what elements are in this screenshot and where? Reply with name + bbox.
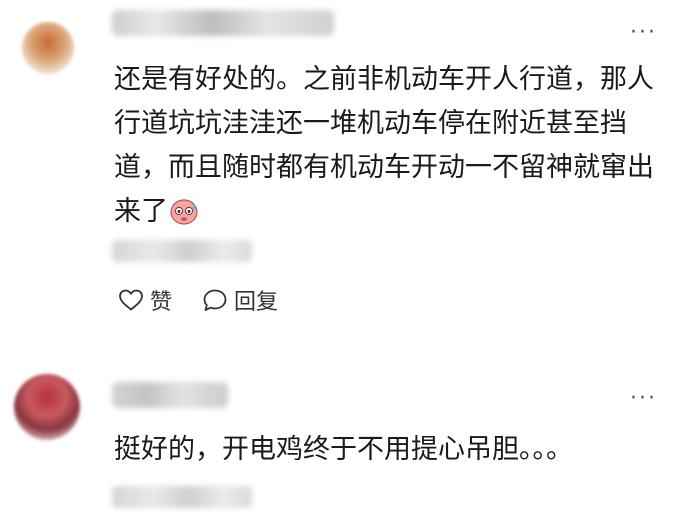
comment-text: 还是有好处的。之前非机动车开人行道，那人行道坑坑洼洼还一堆机动车停在附近甚至挡道…	[114, 64, 654, 227]
comment-item: ··· 还是有好处的。之前非机动车开人行道，那人行道坑坑洼洼还一堆机动车停在附近…	[0, 0, 693, 340]
reply-button[interactable]: 回复	[202, 284, 278, 316]
more-icon: ···	[630, 386, 657, 411]
speech-bubble-icon	[203, 289, 227, 311]
more-options-button[interactable]: ···	[630, 22, 657, 44]
sweating-face-emoji-icon	[170, 199, 198, 225]
heart-icon	[119, 289, 143, 311]
comment-timestamp	[112, 486, 252, 508]
avatar[interactable]	[22, 22, 74, 74]
comment-actions: 赞 回复	[118, 284, 278, 316]
comment-item: ··· 挺好的，开电鸡终于不用提心吊胆。。。	[0, 360, 693, 529]
more-icon: ···	[630, 20, 657, 45]
comment-timestamp	[112, 240, 252, 262]
more-options-button[interactable]: ···	[630, 388, 657, 410]
like-button[interactable]: 赞	[118, 284, 172, 316]
commenter-name[interactable]	[112, 10, 334, 36]
commenter-name[interactable]	[112, 382, 228, 408]
comment-text: 挺好的，开电鸡终于不用提心吊胆。。。	[114, 434, 573, 465]
avatar[interactable]	[14, 374, 80, 440]
